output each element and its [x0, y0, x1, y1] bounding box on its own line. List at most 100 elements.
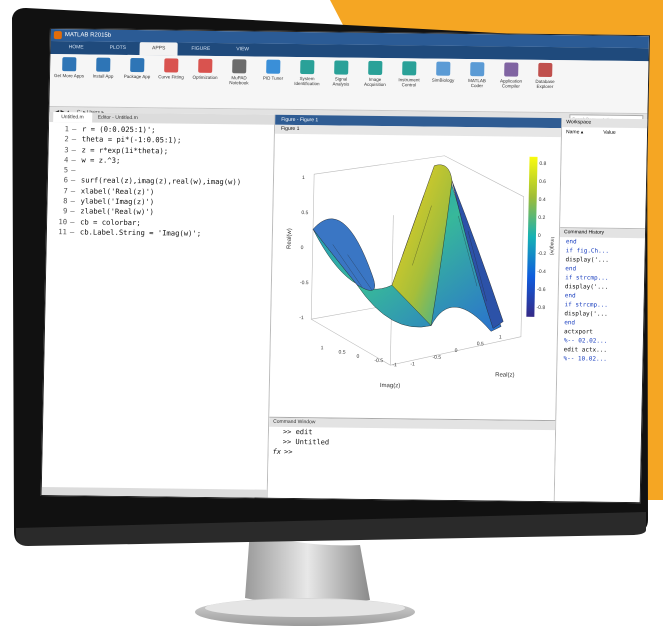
- curve-icon: [164, 58, 179, 73]
- tick-label: -0.6: [537, 287, 546, 293]
- figure-panel: Figure - Figure 1 Figure 1 0.8 0.6 0.4 0…: [267, 114, 565, 502]
- breakpoint-gutter[interactable]: —: [70, 207, 80, 217]
- surface-plot[interactable]: 0.8 0.6 0.4 0.2 0 -0.2 -0.4 -0.6 -0.8 Imag(w) 1 0…: [270, 134, 565, 392]
- colorbar-ticks: 0.8 0.6 0.4 0.2 0 -0.2 -0.4 -0.6 -0.8: [536, 161, 547, 311]
- workspace-name-column[interactable]: Name ▴: [566, 129, 583, 135]
- tick-label: 0.6: [539, 179, 546, 185]
- tab-view[interactable]: VIEW: [224, 43, 261, 56]
- tick-label: -0.2: [538, 251, 547, 257]
- tick-label: -1: [410, 361, 415, 367]
- command-history-list[interactable]: end if fig.Ch... display('... end if strcmp.…: [557, 237, 645, 364]
- tick-label: 0: [356, 354, 359, 360]
- matlab-logo-icon: [53, 31, 62, 40]
- breakpoint-gutter[interactable]: —: [72, 124, 82, 134]
- breakpoint-gutter[interactable]: —: [70, 217, 80, 227]
- ribbon-button-label: SimBiology: [431, 77, 455, 83]
- tab-home[interactable]: HOME: [56, 41, 95, 54]
- breakpoint-gutter[interactable]: —: [70, 227, 80, 237]
- command-prompt[interactable]: fx >>: [268, 447, 554, 460]
- tick-label: -0.5: [374, 358, 383, 364]
- editor-tab-untitled[interactable]: Untitled.m: [53, 112, 92, 123]
- tick-label: 0: [455, 348, 458, 354]
- breakpoint-gutter[interactable]: —: [71, 186, 81, 196]
- workspace-value-column[interactable]: Value: [603, 130, 616, 136]
- ribbon-button[interactable]: Install App: [88, 57, 118, 79]
- editor-panel-title: Editor - Untitled.m: [97, 114, 138, 122]
- colorbar-label: Imag(w): [549, 237, 555, 255]
- breakpoint-gutter[interactable]: —: [71, 176, 81, 186]
- code-text: cb.Label.String = 'Imag(w)';: [79, 227, 202, 238]
- ribbon-button[interactable]: Signal Analysis: [326, 60, 357, 87]
- tab-apps[interactable]: APPS: [139, 42, 178, 56]
- workspace-title: Workspace: [562, 118, 648, 129]
- code-line[interactable]: 11— cb.Label.String = 'Imag(w)';: [47, 227, 272, 240]
- breakpoint-gutter[interactable]: —: [70, 196, 80, 206]
- tick-label: -1: [392, 362, 397, 368]
- code-text: w = z.^3;: [81, 155, 121, 165]
- ribbon-button[interactable]: Instrument Control: [394, 61, 425, 87]
- tick-label: 0: [538, 233, 541, 239]
- y-axis-ticks: -1 -0.5 0 0.5 1: [410, 334, 502, 367]
- line-number: 6: [63, 175, 69, 185]
- breakpoint-gutter[interactable]: —: [72, 135, 82, 145]
- tick-label: 0: [301, 245, 304, 251]
- x-axis-ticks: 1 0.5 0 -0.5 -1: [321, 345, 397, 368]
- ribbon-button[interactable]: MATLAB Coder: [462, 62, 493, 88]
- tab-plots[interactable]: PLOTS: [97, 42, 138, 55]
- tick-label: 0.5: [301, 210, 308, 216]
- ribbon-button[interactable]: Optimization: [190, 58, 220, 81]
- coder-icon: [470, 62, 485, 77]
- ribbon-button-label: Database Explorer: [535, 78, 555, 90]
- history-item[interactable]: %-- 10.02...: [557, 354, 642, 364]
- ribbon-button-label: Curve Fitting: [158, 74, 184, 80]
- tab-figure[interactable]: FIGURE: [179, 43, 222, 57]
- breakpoint-gutter[interactable]: —: [71, 165, 81, 175]
- ribbon-button[interactable]: Application Compiler: [496, 62, 527, 89]
- editor-panel: Untitled.m Editor - Untitled.m 1— r = (0:…: [41, 112, 276, 498]
- ribbon-button-label: Application Compiler: [499, 78, 523, 89]
- z-axis-ticks: 1 0.5 0 -0.5 -1: [299, 175, 309, 321]
- tick-label: -0.5: [432, 355, 441, 361]
- ribbon-button[interactable]: Curve Fitting: [156, 58, 186, 80]
- simbio-icon: [436, 61, 451, 76]
- ribbon-toolbar: Get More Apps Install App Package App Curve…: [49, 54, 649, 115]
- ribbon-button[interactable]: SimBiology: [428, 61, 458, 83]
- workspace-list[interactable]: [560, 137, 647, 230]
- code-editor[interactable]: 1— r = (0:0.025:1)'; 2— theta = pi*(-1:0.05…: [47, 122, 274, 242]
- ribbon-button-label: Optimization: [192, 74, 218, 81]
- code-text: cb = colorbar;: [80, 217, 141, 227]
- line-number: 11: [58, 227, 68, 237]
- ribbon-button[interactable]: Package App: [122, 57, 152, 80]
- ribbon-button-label: Package App: [123, 73, 151, 80]
- ribbon-button[interactable]: Get More Apps: [54, 57, 84, 78]
- mupad-icon: [232, 59, 247, 74]
- package-icon: [130, 57, 145, 73]
- tick-label: 1: [321, 345, 324, 351]
- tick-label: 0.8: [539, 161, 546, 167]
- tick-label: 0.4: [539, 197, 546, 203]
- line-number: 4: [63, 155, 69, 165]
- install-icon: [96, 57, 111, 72]
- ribbon-button[interactable]: PID Tuner: [258, 59, 288, 81]
- line-number: 5: [63, 165, 69, 175]
- ribbon-button[interactable]: Image Acquisition: [360, 60, 391, 87]
- tick-label: 0.2: [538, 215, 545, 221]
- breakpoint-gutter[interactable]: —: [71, 155, 81, 165]
- ribbon-button[interactable]: Database Explorer: [530, 62, 561, 90]
- line-number: 8: [63, 196, 68, 206]
- ribbon-button-label: Signal Analysis: [332, 76, 350, 87]
- tick-label: 0.5: [477, 341, 484, 347]
- compiler-icon: [504, 62, 519, 77]
- tick-label: -0.8: [536, 305, 545, 311]
- tick-label: -1: [299, 315, 304, 321]
- breakpoint-gutter[interactable]: —: [71, 145, 81, 155]
- ribbon-button-label: MATLAB Coder: [468, 78, 486, 89]
- ribbon-button[interactable]: System Identification: [292, 60, 323, 86]
- ribbon-button[interactable]: MuPAD Notebook: [224, 59, 255, 85]
- ribbon-button-label: MuPAD Notebook: [229, 75, 249, 86]
- ribbon-button-label: PID Tuner: [262, 75, 284, 81]
- sysid-icon: [300, 60, 315, 75]
- command-window[interactable]: Command Window >> edit >> Untitled fx >>: [267, 416, 556, 502]
- database-icon: [538, 62, 553, 78]
- line-number: 3: [64, 144, 69, 154]
